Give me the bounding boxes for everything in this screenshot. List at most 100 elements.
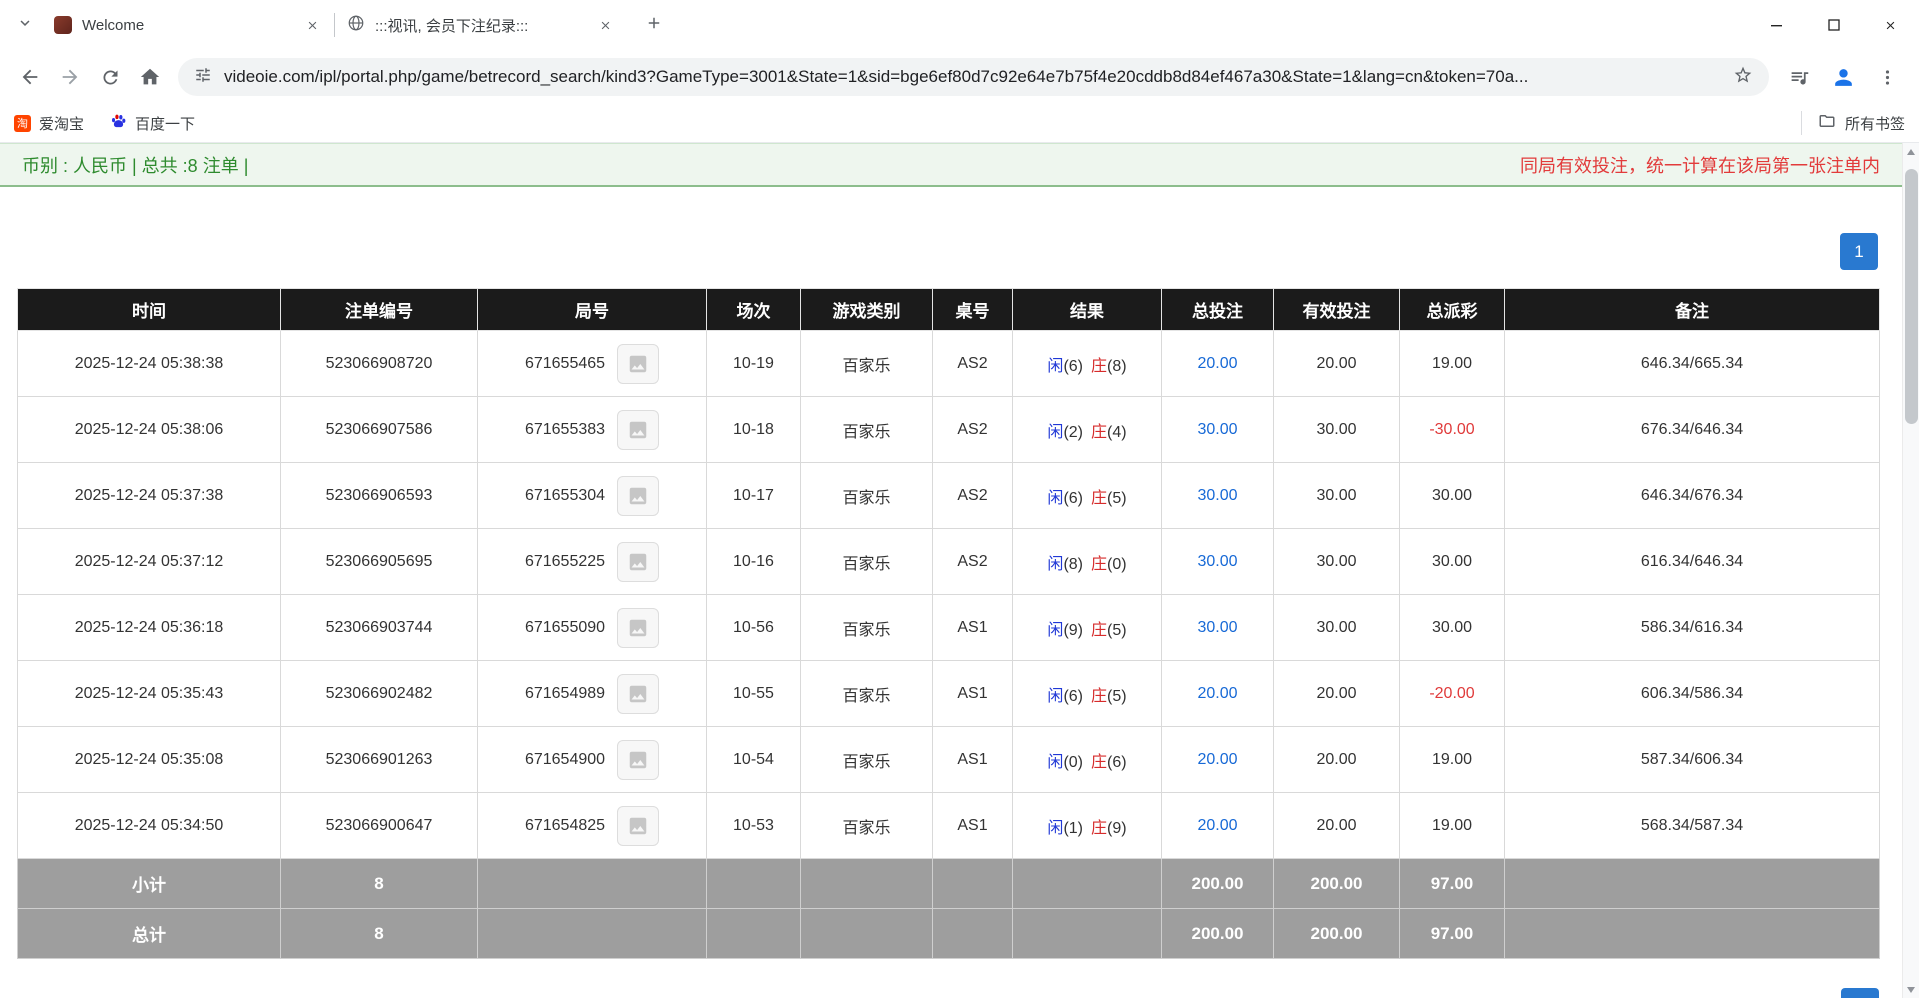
refresh-icon	[100, 67, 121, 88]
cell-remark: 586.34/616.34	[1505, 595, 1880, 661]
maximize-button[interactable]	[1805, 0, 1862, 50]
cell-time: 2025-12-24 05:34:50	[18, 793, 281, 859]
new-tab-button[interactable]	[637, 8, 671, 42]
round-image-button[interactable]	[617, 410, 659, 450]
player-result-score: (6)	[1063, 358, 1083, 375]
picture-icon	[627, 749, 649, 771]
total-bet-link[interactable]: 30.00	[1197, 619, 1237, 636]
tab-betrecord[interactable]: :::视讯, 会员下注纪录:::	[335, 4, 627, 46]
cell-time: 2025-12-24 05:35:43	[18, 661, 281, 727]
round-image-button[interactable]	[617, 344, 659, 384]
tab-close-icon[interactable]	[595, 15, 615, 35]
home-button[interactable]	[130, 57, 170, 97]
bookmark-star-icon[interactable]	[1733, 65, 1753, 90]
minimize-button[interactable]	[1748, 0, 1805, 50]
cell-total-bet: 20.00	[1162, 727, 1274, 793]
table-row: 2025-12-24 05:34:50 523066900647 6716548…	[18, 793, 1880, 859]
table-row: 2025-12-24 05:38:38 523066908720 6716554…	[18, 331, 1880, 397]
cell-table-no: AS2	[933, 529, 1013, 595]
currency-summary-text: 币别 : 人民币 | 总共 :8 注单 |	[22, 152, 248, 178]
browser-menu-button[interactable]	[1867, 57, 1907, 97]
total-bet-link[interactable]: 30.00	[1197, 487, 1237, 504]
cell-session: 10-19	[707, 331, 801, 397]
scroll-up-button[interactable]	[1903, 143, 1919, 160]
cell-table-no: AS1	[933, 661, 1013, 727]
column-header: 总投注	[1162, 289, 1274, 331]
bottom-page-1-button[interactable]: 1	[1841, 988, 1879, 998]
forward-button[interactable]	[50, 57, 90, 97]
player-result-score: (2)	[1063, 424, 1083, 441]
cell-round: 671655383	[478, 397, 707, 463]
banker-result-label: 庄	[1091, 556, 1107, 573]
cell-result: 闲(8)庄(0)	[1013, 529, 1162, 595]
scroll-down-button[interactable]	[1903, 981, 1919, 998]
page-1-button[interactable]: 1	[1840, 233, 1878, 270]
refresh-button[interactable]	[90, 57, 130, 97]
total-bet-link[interactable]: 30.00	[1197, 553, 1237, 570]
cell-total-bet: 30.00	[1162, 397, 1274, 463]
round-image-button[interactable]	[617, 542, 659, 582]
plus-icon	[645, 14, 663, 37]
round-image-button[interactable]	[617, 806, 659, 846]
player-result-label: 闲	[1047, 424, 1063, 441]
cell-valid-bet: 30.00	[1274, 595, 1400, 661]
globe-icon	[347, 14, 365, 37]
banker-result-score: (8)	[1107, 358, 1127, 375]
round-number: 671655304	[525, 487, 605, 505]
cell-payout: -20.00	[1400, 661, 1505, 727]
back-button[interactable]	[10, 57, 50, 97]
maximize-icon	[1828, 19, 1840, 31]
scrollbar-thumb[interactable]	[1905, 169, 1918, 424]
all-bookmarks-label: 所有书签	[1845, 113, 1905, 134]
cell-session: 10-18	[707, 397, 801, 463]
cell-game-type: 百家乐	[801, 529, 933, 595]
total-bet-link[interactable]: 20.00	[1197, 355, 1237, 372]
banker-result-label: 庄	[1091, 424, 1107, 441]
bookmark-taobao[interactable]: 淘 爱淘宝	[14, 113, 84, 134]
player-result-score: (8)	[1063, 556, 1083, 573]
tab-close-icon[interactable]	[302, 15, 322, 35]
cell-time: 2025-12-24 05:35:08	[18, 727, 281, 793]
player-result-score: (1)	[1063, 820, 1083, 837]
banker-result-label: 庄	[1091, 688, 1107, 705]
round-image-button[interactable]	[617, 740, 659, 780]
page-scrollbar[interactable]	[1902, 143, 1919, 998]
all-bookmarks-button[interactable]: 所有书签	[1801, 111, 1905, 135]
total-row: 总计 8 200.00 200.00 97.00	[18, 909, 1880, 959]
folder-icon	[1818, 112, 1836, 134]
cell-game-type: 百家乐	[801, 727, 933, 793]
media-controls-button[interactable]	[1779, 57, 1819, 97]
bookmark-baidu[interactable]: 百度一下	[110, 113, 195, 134]
picture-icon	[627, 485, 649, 507]
site-info-icon[interactable]	[194, 66, 212, 89]
cell-session: 10-54	[707, 727, 801, 793]
total-payout: 97.00	[1400, 909, 1505, 959]
round-image-button[interactable]	[617, 674, 659, 714]
close-window-button[interactable]	[1862, 0, 1919, 50]
cell-table-no: AS1	[933, 793, 1013, 859]
minimize-icon	[1770, 19, 1783, 32]
round-number: 671654900	[525, 751, 605, 769]
banker-result-label: 庄	[1091, 490, 1107, 507]
total-bet-link[interactable]: 20.00	[1197, 751, 1237, 768]
round-image-button[interactable]	[617, 608, 659, 648]
cell-total-bet: 20.00	[1162, 331, 1274, 397]
bet-record-table: 时间 注单编号 局号 场次 游戏类别 桌号 结果 总投注 有效投注	[17, 288, 1880, 959]
bookmark-label: 百度一下	[135, 113, 195, 134]
address-bar[interactable]: videoie.com/ipl/portal.php/game/betrecor…	[178, 58, 1769, 96]
total-bet-link[interactable]: 30.00	[1197, 421, 1237, 438]
tab-search-button[interactable]	[8, 8, 42, 42]
tab-welcome[interactable]: Welcome	[42, 4, 334, 46]
table-row: 2025-12-24 05:36:18 523066903744 6716550…	[18, 595, 1880, 661]
banker-result-score: (4)	[1107, 424, 1127, 441]
cell-bet-id: 523066900647	[281, 793, 478, 859]
scroll-up-icon	[1907, 149, 1915, 155]
cell-round: 671655090	[478, 595, 707, 661]
round-image-button[interactable]	[617, 476, 659, 516]
total-bet-link[interactable]: 20.00	[1197, 685, 1237, 702]
toolbar-right-icons	[1779, 57, 1907, 97]
cell-remark: 646.34/676.34	[1505, 463, 1880, 529]
total-bet-link[interactable]: 20.00	[1197, 817, 1237, 834]
cell-payout: -30.00	[1400, 397, 1505, 463]
profile-button[interactable]	[1823, 57, 1863, 97]
